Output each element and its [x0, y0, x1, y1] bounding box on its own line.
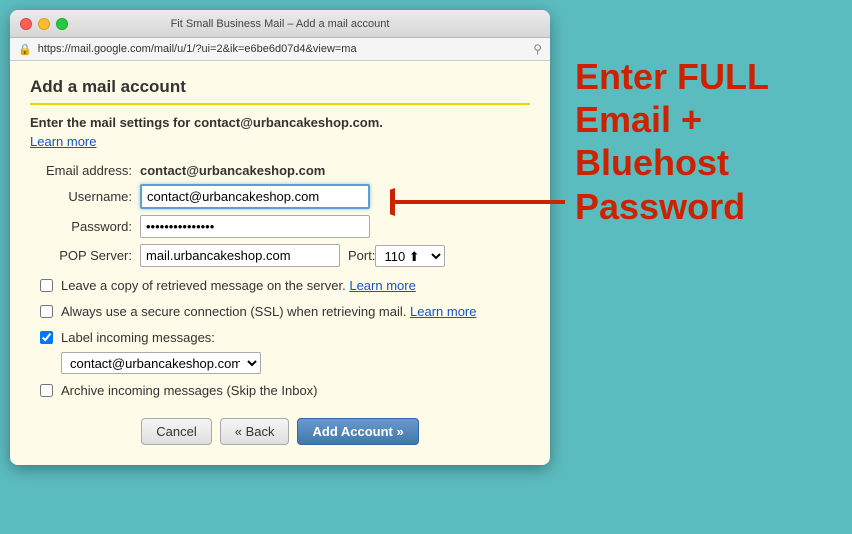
- password-label: Password:: [30, 219, 140, 234]
- email-label: Email address:: [30, 163, 140, 178]
- archive-label: Archive incoming messages (Skip the Inbo…: [61, 382, 318, 400]
- ssl-checkbox[interactable]: [40, 305, 53, 318]
- email-address-row: Email address: contact@urbancakeshop.com: [30, 163, 530, 178]
- close-button[interactable]: [20, 18, 32, 30]
- popserver-label: POP Server:: [30, 248, 140, 263]
- ssl-label: Always use a secure connection (SSL) whe…: [61, 303, 477, 321]
- copy-label: Leave a copy of retrieved message on the…: [61, 277, 416, 295]
- annotation-line4: Password: [575, 185, 769, 228]
- arrow-annotation: [390, 182, 570, 225]
- archive-checkbox[interactable]: [40, 384, 53, 397]
- red-arrow-svg: [390, 182, 570, 222]
- ssl-learn-more-link[interactable]: Learn more: [410, 304, 476, 319]
- learn-more-link[interactable]: Learn more: [30, 134, 96, 149]
- title-bar: Fit Small Business Mail – Add a mail acc…: [10, 10, 550, 38]
- copy-learn-more-link[interactable]: Learn more: [349, 278, 415, 293]
- minimize-button[interactable]: [38, 18, 50, 30]
- url-text: https://mail.google.com/mail/u/1/?ui=2&i…: [38, 43, 528, 55]
- button-row: Cancel « Back Add Account »: [30, 418, 530, 445]
- port-select[interactable]: 110 ⬆ 995 143: [375, 245, 445, 267]
- label-incoming-label: Label incoming messages: contact@urbanca…: [61, 329, 261, 373]
- annotation-line2: Email +: [575, 98, 769, 141]
- label-checkbox-row: Label incoming messages: contact@urbanca…: [40, 329, 530, 373]
- annotation-block: Enter FULL Email + Bluehost Password: [575, 55, 769, 228]
- password-input[interactable]: [140, 215, 370, 238]
- dialog-content: Add a mail account Enter the mail settin…: [10, 61, 550, 465]
- checkbox-section: Leave a copy of retrieved message on the…: [30, 277, 530, 400]
- port-label: Port:: [348, 248, 375, 263]
- email-address-value: contact@urbancakeshop.com: [140, 163, 325, 178]
- dialog-title: Add a mail account: [30, 77, 530, 105]
- browser-window: Fit Small Business Mail – Add a mail acc…: [10, 10, 550, 465]
- port-field-group: 110 ⬆ 995 143: [375, 245, 445, 267]
- annotation-line3: Bluehost: [575, 141, 769, 184]
- popserver-row: POP Server: Port: 110 ⬆ 995 143: [30, 244, 530, 267]
- ssl-checkbox-row: Always use a secure connection (SSL) whe…: [40, 303, 530, 321]
- label-dropdown[interactable]: contact@urbancakeshop.com: [61, 352, 261, 374]
- traffic-lights: [20, 18, 68, 30]
- back-button[interactable]: « Back: [220, 418, 290, 445]
- copy-checkbox-row: Leave a copy of retrieved message on the…: [40, 277, 530, 295]
- maximize-button[interactable]: [56, 18, 68, 30]
- username-label: Username:: [30, 189, 140, 204]
- username-input[interactable]: [140, 184, 370, 209]
- instruction-bold: Enter the mail settings for contact@urba…: [30, 115, 383, 130]
- page-wrapper: Fit Small Business Mail – Add a mail acc…: [0, 0, 852, 534]
- cancel-button[interactable]: Cancel: [141, 418, 211, 445]
- window-title: Fit Small Business Mail – Add a mail acc…: [171, 18, 390, 30]
- lock-icon: 🔒: [18, 43, 32, 56]
- annotation-line1: Enter FULL: [575, 55, 769, 98]
- search-icon[interactable]: ⚲: [533, 42, 542, 56]
- instruction-text: Enter the mail settings for contact@urba…: [30, 115, 530, 130]
- add-account-button[interactable]: Add Account »: [297, 418, 418, 445]
- archive-checkbox-row: Archive incoming messages (Skip the Inbo…: [40, 382, 530, 400]
- popserver-input[interactable]: [140, 244, 340, 267]
- instruction-block: Enter the mail settings for contact@urba…: [30, 115, 530, 149]
- label-checkbox[interactable]: [40, 331, 53, 344]
- address-bar: 🔒 https://mail.google.com/mail/u/1/?ui=2…: [10, 38, 550, 61]
- copy-checkbox[interactable]: [40, 279, 53, 292]
